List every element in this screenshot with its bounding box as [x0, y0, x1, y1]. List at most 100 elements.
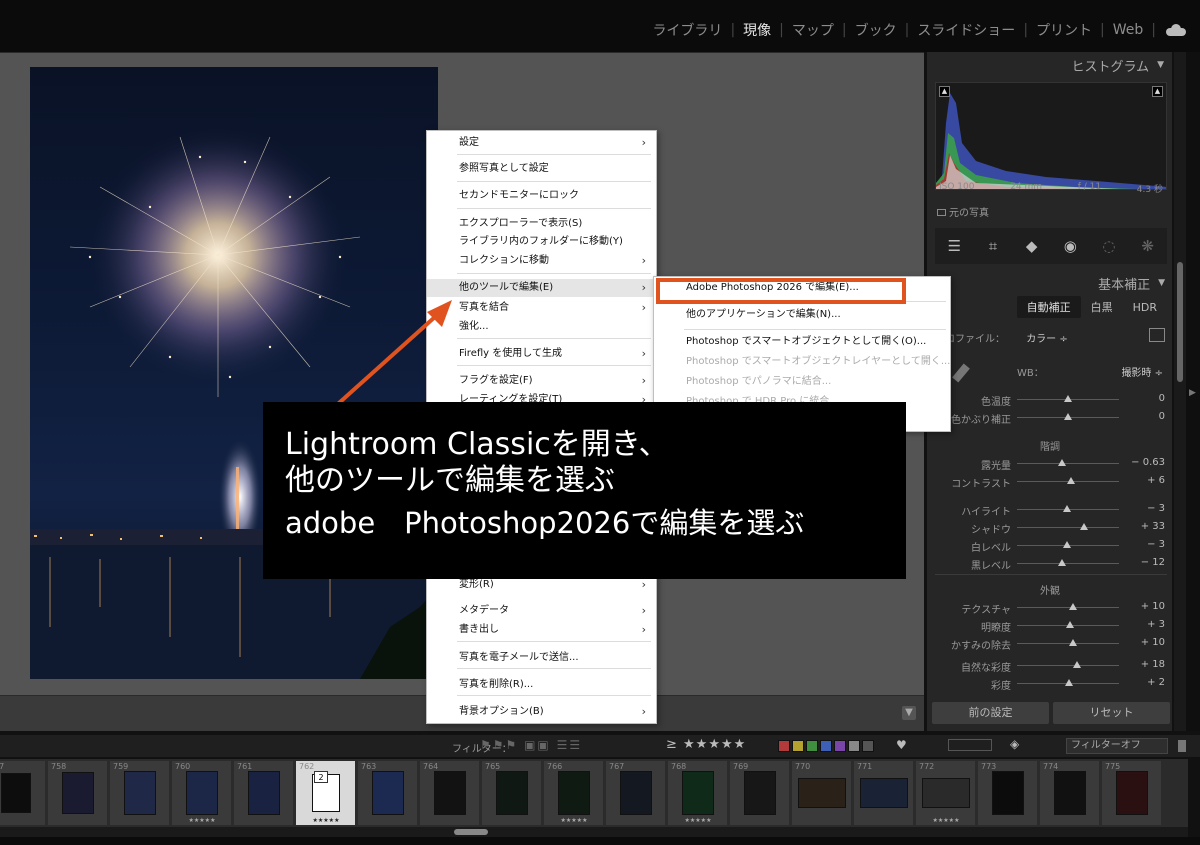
menu-item[interactable]: フラグを設定(F) › — [427, 372, 658, 390]
menu-item[interactable]: 写真を電子メールで送信... — [427, 649, 658, 667]
module-web[interactable]: Web — [1105, 22, 1152, 38]
submenu-item[interactable]: 他のアプリケーションで編集(N)... — [654, 306, 952, 324]
slider-value[interactable]: 0 — [1159, 393, 1165, 404]
menu-item[interactable]: ライブラリ内のフォルダーに移動(Y) — [427, 233, 658, 251]
profile-browser-icon[interactable] — [1149, 328, 1165, 342]
slider-track[interactable] — [1017, 541, 1119, 548]
slider-knob[interactable] — [1064, 413, 1072, 420]
menu-item[interactable]: 設定 › — [427, 134, 658, 152]
filmstrip-thumbnail[interactable]: 761 — [234, 761, 294, 825]
slider-knob[interactable] — [1062, 505, 1071, 512]
presets-icon[interactable]: ❋ — [1138, 236, 1158, 256]
slider-value[interactable]: + 10 — [1141, 601, 1165, 612]
eraser-icon[interactable]: ◆ — [1022, 236, 1042, 256]
histogram-header[interactable]: ヒストグラム ▼ — [927, 52, 1172, 78]
filmstrip-thumbnail[interactable]: 766 ★★★★★ — [544, 761, 604, 825]
collapse-triangle-icon[interactable]: ▼ — [1157, 60, 1164, 70]
crop-icon[interactable]: ⌗ — [983, 236, 1003, 256]
filmstrip-thumbnail[interactable]: 767 — [606, 761, 666, 825]
menu-item[interactable]: 背景オプション(B) › — [427, 703, 658, 721]
slider-track[interactable] — [1017, 505, 1119, 512]
slider-track[interactable] — [1017, 477, 1119, 484]
slider-value[interactable]: 0 — [1159, 411, 1165, 422]
slider-value[interactable]: + 33 — [1141, 521, 1165, 532]
eyedropper-icon[interactable] — [952, 363, 970, 383]
filmstrip-thumbnail[interactable]: 759 — [110, 761, 170, 825]
stack-icon[interactable]: ◈ — [1010, 737, 1019, 751]
menu-item[interactable]: 強化... — [427, 318, 658, 336]
redeye-icon[interactable]: ◉ — [1060, 236, 1080, 256]
module-develop[interactable]: 現像 — [735, 20, 779, 40]
slider-value[interactable]: + 6 — [1147, 475, 1165, 486]
basic-panel-header[interactable]: 基本補正 ▼ — [927, 270, 1173, 296]
slider-track[interactable] — [1017, 679, 1119, 686]
filmstrip-thumbnail[interactable]: 757 — [0, 761, 46, 825]
menu-item[interactable]: 写真を結合 › — [427, 299, 658, 317]
right-arrow-icon[interactable]: ▶ — [1189, 388, 1196, 398]
slider-knob[interactable] — [1080, 523, 1089, 530]
menu-item[interactable]: セカンドモニターにロック — [427, 187, 658, 205]
toolbar-menu-chevron-icon[interactable]: ▼ — [902, 706, 916, 720]
flag-filter-icons[interactable]: ⚑⚑⚑ ▣▣ ☰☰ — [480, 738, 582, 752]
slider-track[interactable] — [1017, 459, 1119, 466]
slider-track[interactable] — [1017, 413, 1119, 420]
filmstrip-thumbnail[interactable]: 775 — [1102, 761, 1162, 825]
rating-filter[interactable]: ≥ ★★★★★ — [666, 737, 746, 752]
slider-value[interactable]: + 2 — [1147, 677, 1165, 688]
menu-item[interactable]: コレクションに移動 › — [427, 252, 658, 270]
filmstrip-thumbnail[interactable]: 768 ★★★★★ — [668, 761, 728, 825]
slider-value[interactable]: + 10 — [1141, 637, 1165, 648]
slider-knob[interactable] — [1057, 459, 1066, 466]
slider-knob[interactable] — [1069, 603, 1078, 610]
slider-track[interactable] — [1017, 395, 1119, 402]
highlight-clipping-icon[interactable]: ▲ — [1152, 86, 1163, 97]
slider-knob[interactable] — [1057, 559, 1066, 566]
mask-icon[interactable]: ◌ — [1099, 236, 1119, 256]
menu-item[interactable]: 写真を削除(R)... — [427, 676, 658, 694]
module-print[interactable]: プリント — [1028, 20, 1100, 40]
slider-value[interactable]: − 3 — [1147, 539, 1165, 550]
filmstrip-thumbnail[interactable]: 771 — [854, 761, 914, 825]
slider-knob[interactable] — [1064, 395, 1072, 402]
hdr-button[interactable]: HDR — [1123, 298, 1167, 317]
menu-item[interactable]: メタデータ › — [427, 602, 658, 620]
submenu-item[interactable]: Photoshop でスマートオブジェクトとして開く(O)... — [654, 333, 952, 351]
module-map[interactable]: マップ — [784, 20, 842, 40]
heart-icon[interactable]: ♥ — [896, 738, 907, 752]
auto-button[interactable]: 自動補正 — [1016, 296, 1081, 318]
filmstrip-thumbnail[interactable]: 774 — [1040, 761, 1100, 825]
slider-knob[interactable] — [1065, 679, 1074, 686]
menu-item[interactable]: 書き出し › — [427, 621, 658, 639]
previous-settings-button[interactable]: 前の設定 — [932, 702, 1049, 724]
checkbox-icon[interactable] — [937, 209, 946, 216]
shadow-clipping-icon[interactable]: ▲ — [939, 86, 950, 97]
module-slideshow[interactable]: スライドショー — [909, 20, 1023, 40]
filmstrip-thumbnail[interactable]: 769 — [730, 761, 790, 825]
slider-value[interactable]: − 12 — [1141, 557, 1165, 568]
filmstrip-thumbnail[interactable]: 773 — [978, 761, 1038, 825]
slider-knob[interactable] — [1062, 541, 1071, 548]
filter-preset-dropdown[interactable]: フィルターオフ — [1066, 738, 1168, 754]
bw-button[interactable]: 白黒 — [1081, 296, 1123, 318]
slider-value[interactable]: + 3 — [1147, 619, 1165, 630]
slider-value[interactable]: − 3 — [1147, 503, 1165, 514]
filmstrip-thumbnail[interactable]: 764 — [420, 761, 480, 825]
filmstrip-scrollbar[interactable] — [0, 827, 1188, 837]
filmstrip-thumbnail[interactable]: 770 — [792, 761, 852, 825]
filmstrip-thumbnail[interactable]: 760 ★★★★★ — [172, 761, 232, 825]
slider-knob[interactable] — [1067, 477, 1076, 484]
fireworks-photo[interactable] — [30, 67, 438, 679]
color-label-filter[interactable] — [778, 740, 874, 752]
collapse-triangle-icon[interactable]: ▼ — [1158, 278, 1165, 288]
wb-dropdown[interactable]: 撮影時 ÷ — [1121, 364, 1163, 379]
slider-knob[interactable] — [1073, 661, 1082, 668]
slider-track[interactable] — [1017, 559, 1119, 566]
slider-track[interactable] — [1017, 603, 1119, 610]
original-photo-toggle[interactable]: 元の写真 — [937, 204, 989, 219]
menu-item[interactable]: エクスプローラーで表示(S) — [427, 215, 658, 233]
slider-track[interactable] — [1017, 523, 1119, 530]
right-panel-scrollbar[interactable] — [1174, 52, 1186, 731]
right-panel-toggle[interactable]: ▶ — [1186, 52, 1200, 731]
slider-track[interactable] — [1017, 621, 1119, 628]
filmstrip-thumbnail[interactable]: 772 ★★★★★ — [916, 761, 976, 825]
